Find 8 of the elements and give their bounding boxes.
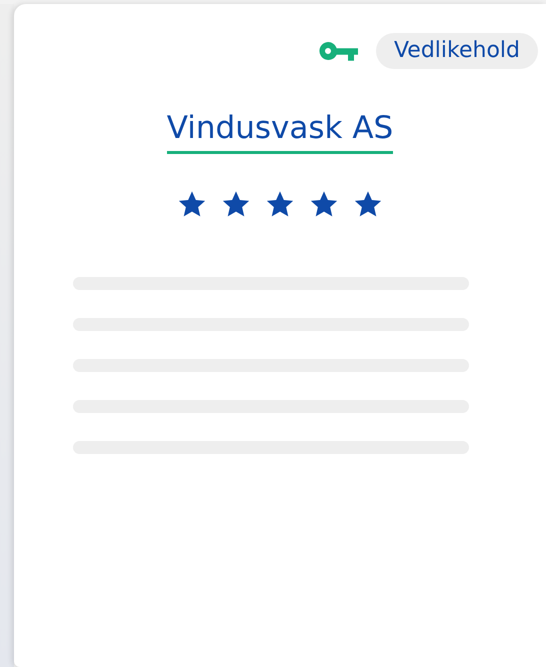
- category-tag: Vedlikehold: [376, 33, 538, 69]
- key-icon: [318, 41, 358, 61]
- star-icon: [265, 190, 295, 219]
- star-icon: [309, 190, 339, 219]
- star-icon: [353, 190, 383, 219]
- star-icon: [177, 190, 207, 219]
- star-icon: [221, 190, 251, 219]
- company-name-link[interactable]: Vindusvask AS: [166, 109, 394, 154]
